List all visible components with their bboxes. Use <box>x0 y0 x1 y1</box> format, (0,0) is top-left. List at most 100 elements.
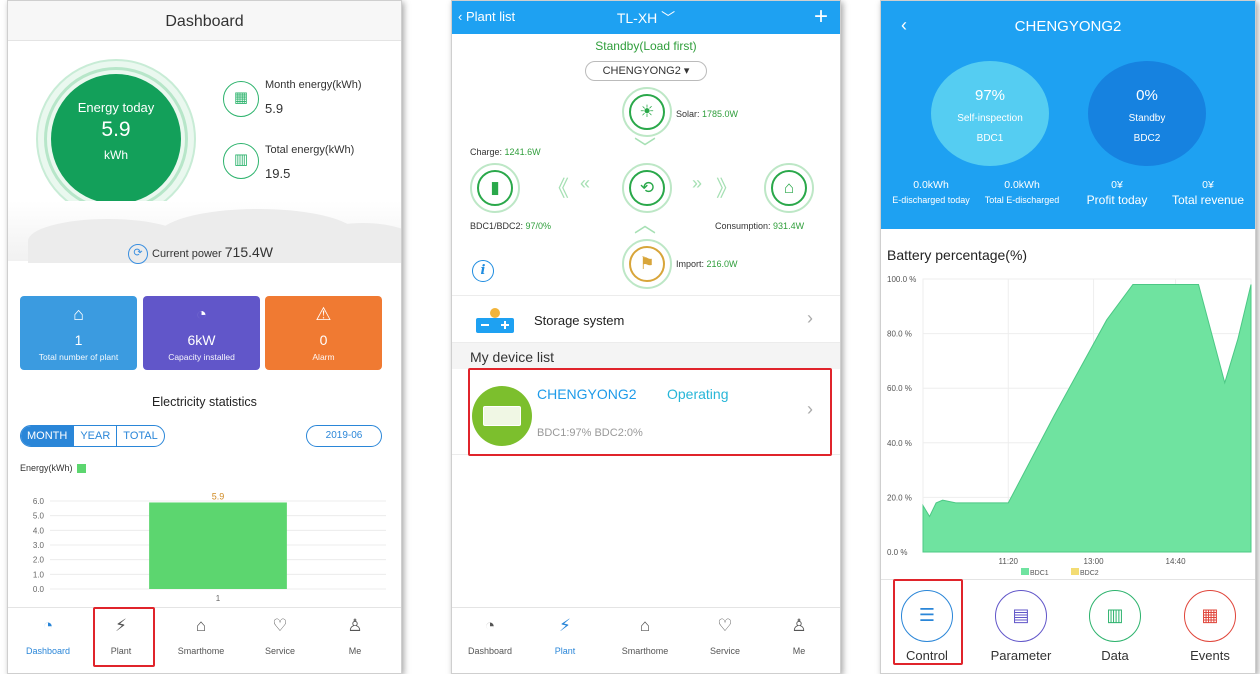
chevron-right-icon: 》 <box>716 176 739 201</box>
y-tick-label: 60.0 % <box>887 384 912 393</box>
chevron-right-icon: › <box>807 308 813 328</box>
device-screen: ‹ CHENGYONG2 97% Self-inspection BDC1 0%… <box>880 0 1256 674</box>
import-label: Import: 216.0W <box>676 259 738 269</box>
service-icon: ♡ <box>717 616 733 635</box>
legend-label: BDC1 <box>1030 570 1049 577</box>
highlight-control-button <box>893 579 963 665</box>
bdc1-percent: 97% <box>974 87 1006 104</box>
info-icon[interactable]: i <box>472 260 494 282</box>
tile-alarm[interactable]: ⚠ 0 Alarm <box>265 296 382 370</box>
dashboard-screen: Dashboard Energy today 5.9 kWh ▦ Month e… <box>7 0 402 674</box>
bdc2-percent: 0% <box>1136 87 1158 104</box>
chevron-down-icon: ﹀ <box>661 10 676 26</box>
consumption-label: Consumption: 931.4W <box>715 221 804 231</box>
legend-swatch <box>1071 568 1079 575</box>
data-button[interactable]: ▥ Data <box>1075 590 1155 663</box>
events-button[interactable]: ▦ Events <box>1170 590 1250 663</box>
nav-label: Data <box>1101 648 1129 663</box>
title-text: TL-XH <box>616 10 658 26</box>
tab-label: Service <box>264 646 295 656</box>
add-icon[interactable]: + <box>814 3 828 31</box>
tab-month[interactable]: MONTH <box>21 426 75 446</box>
battery-percentage-chart: 100.0 % 80.0 % 60.0 % 40.0 % 20.0 % 0.0 % 11:2… <box>887 275 1252 577</box>
tab-label: Me <box>348 646 362 656</box>
chart-legend: Energy(kWh) <box>20 463 86 474</box>
page-title: Dashboard <box>8 1 401 41</box>
chevron-left-icon: 《 <box>547 176 570 201</box>
y-tick-label: 3.0 <box>33 541 45 550</box>
tab-service[interactable]: ♡ Service <box>690 616 760 656</box>
solar-label: Solar: 1785.0W <box>676 109 738 119</box>
energy-today-unit: kWh <box>104 148 128 162</box>
energy-today-value: 5.9 <box>101 118 131 141</box>
document-icon: ▦ <box>1184 590 1236 642</box>
consumption-value: 931.4W <box>773 221 805 231</box>
y-tick-label: 20.0 % <box>887 493 912 502</box>
tab-plant[interactable]: ⚡ Plant <box>530 616 600 656</box>
legend-swatch <box>1021 568 1029 575</box>
storage-system-row[interactable]: Storage system › <box>452 295 840 343</box>
chevron-left-icon: « <box>580 173 591 193</box>
dashboard-icon: ◔ <box>484 616 496 635</box>
x-tick-label: 1 <box>216 594 221 603</box>
chevron-down-icon: ﹀ <box>634 136 657 161</box>
current-power-value: 715.4W <box>224 244 274 260</box>
chart-title: Battery percentage(%) <box>887 247 1028 263</box>
total-energy-label: Total energy(kWh) <box>265 144 355 156</box>
stat-label: Total E-discharged <box>984 195 1060 205</box>
parameter-button[interactable]: ▤ Parameter <box>981 590 1061 663</box>
page-title[interactable]: TL-XH ﹀ <box>452 8 840 28</box>
stat-e-discharged-today: 0.0kWh E-discharged today <box>885 179 977 205</box>
tab-dashboard[interactable]: ◔ Dashboard <box>13 616 83 656</box>
bdc1-gauge[interactable]: 97% Self-inspection BDC1 <box>931 61 1049 166</box>
tab-me[interactable]: ♙ Me <box>320 616 390 656</box>
tile-value: 6kW <box>187 332 216 348</box>
y-tick-label: 1.0 <box>33 570 45 579</box>
stat-total-revenue: 0¥ Total revenue <box>1161 179 1255 207</box>
device-list-header: My device list <box>452 343 840 369</box>
tab-dashboard[interactable]: ◔ Dashboard <box>455 616 525 656</box>
x-tick-label: 14:40 <box>1166 557 1187 566</box>
tab-service[interactable]: ♡ Service <box>245 616 315 656</box>
range-selector: MONTH YEAR TOTAL <box>20 425 165 447</box>
tab-smarthome[interactable]: ⌂ Smarthome <box>610 616 680 656</box>
grid-node: ⚑ <box>622 239 672 289</box>
plant-screen: ‹ Plant list TL-XH ﹀ + Standby(Load firs… <box>451 0 841 674</box>
tab-smarthome[interactable]: ⌂ Smarthome <box>166 616 236 656</box>
legend-label: BDC2 <box>1080 570 1099 577</box>
y-tick-label: 100.0 % <box>887 275 916 284</box>
tab-label: Dashboard <box>25 646 71 656</box>
y-tick-label: 2.0 <box>33 556 45 565</box>
tile-total-plants[interactable]: ⌂ 1 Total number of plant <box>20 296 137 370</box>
stat-value: 0.0kWh <box>913 179 949 191</box>
consumption-label-text: Consumption: <box>715 221 771 231</box>
plant-icon: ⚡ <box>559 616 571 635</box>
y-tick-label: 80.0 % <box>887 330 912 339</box>
plant-selector[interactable]: CHENGYONG2 ▾ <box>585 61 707 81</box>
status-text: Standby(Load first) <box>595 39 697 53</box>
solar-label-text: Solar: <box>676 109 700 119</box>
bdc1-status: Self-inspection <box>957 113 1023 124</box>
battery-node: ▮ <box>470 163 520 213</box>
stat-value: 0.0kWh <box>1004 179 1040 191</box>
tile-capacity[interactable]: ◔ 6kW Capacity installed <box>143 296 260 370</box>
date-picker[interactable]: 2019-06 <box>306 425 382 447</box>
plant-name: CHENGYONG2 <box>602 65 681 77</box>
energy-today-card[interactable]: Energy today 5.9 kWh <box>51 74 181 204</box>
bdc2-gauge[interactable]: 0% Standby BDC2 <box>1088 61 1206 166</box>
dropdown-icon: ▾ <box>683 65 690 77</box>
tab-me[interactable]: ♙ Me <box>764 616 834 656</box>
smarthome-icon: ⌂ <box>195 616 207 635</box>
tab-year[interactable]: YEAR <box>74 426 118 446</box>
month-energy-icon: ▦ <box>223 81 259 117</box>
tile-value: 0 <box>319 332 328 348</box>
home-icon: ⌂ <box>73 304 84 324</box>
page-title: CHENGYONG2 <box>1014 18 1122 35</box>
stat-total-e-discharged: 0.0kWh Total E-discharged <box>975 179 1069 205</box>
y-tick-label: 0.0 % <box>887 548 907 557</box>
tab-total[interactable]: TOTAL <box>117 426 163 446</box>
bdc2-name: BDC2 <box>1133 133 1161 144</box>
tab-label: Service <box>709 646 740 656</box>
bar <box>149 502 287 589</box>
bottom-tab-bar: ◔ Dashboard ⚡ Plant ⌂ Smarthome ♡ Servic… <box>8 607 401 673</box>
